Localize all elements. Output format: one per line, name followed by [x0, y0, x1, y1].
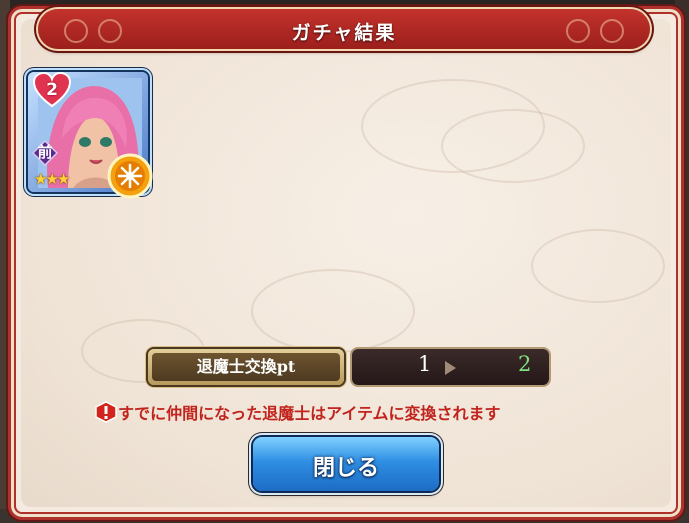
warning-icon	[95, 401, 117, 423]
cloud-decoration	[531, 229, 665, 303]
exchange-pt-label-box: 退魔士交換pt	[148, 349, 344, 385]
dialog-title: ガチャ結果	[291, 22, 397, 44]
rarity-stars: ★★★	[34, 170, 70, 188]
arrow-right-icon	[445, 361, 456, 375]
cloud-decoration	[251, 269, 415, 353]
sun-element-icon	[107, 153, 153, 199]
title-bar: ガチャ結果	[38, 9, 650, 49]
cloud-decoration	[441, 109, 585, 183]
exchange-pt-label: 退魔士交換pt	[152, 353, 340, 381]
position-label: 前	[37, 143, 53, 161]
close-button[interactable]: 閉じる	[253, 437, 439, 491]
exchange-pt-to: 2	[518, 352, 532, 376]
close-button-label: 閉じる	[312, 455, 379, 481]
conversion-notice: すでに仲間になった退魔士はアイテムに変換されます	[118, 404, 501, 423]
exchange-pt-from: 1	[418, 352, 432, 376]
affection-level: 2	[46, 80, 58, 100]
